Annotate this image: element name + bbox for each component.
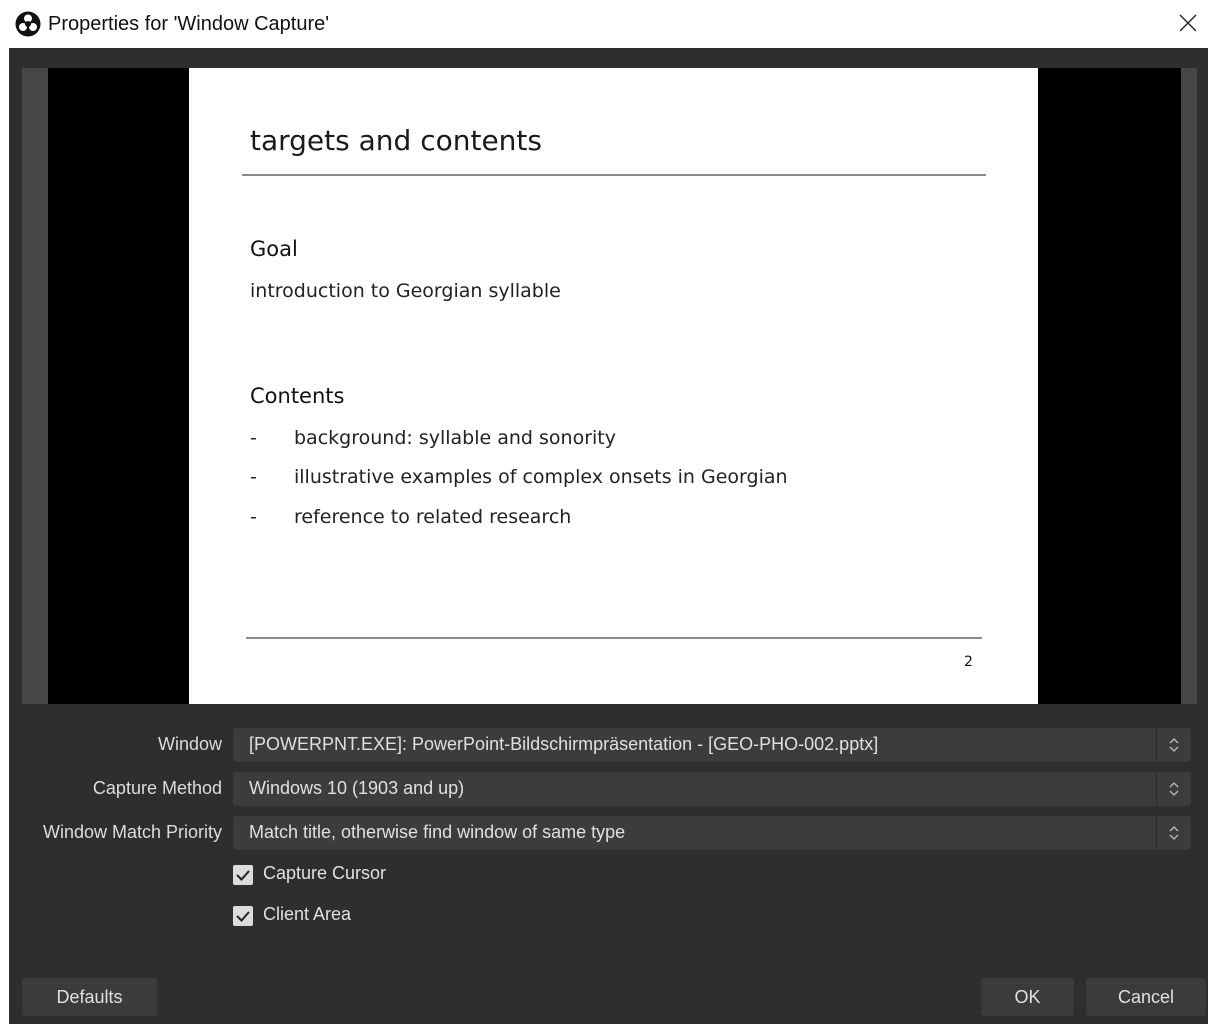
capture-method-select-arrow[interactable]: [1156, 772, 1191, 806]
updown-chevron-icon: [1169, 782, 1179, 796]
match-priority-select[interactable]: Match title, otherwise find window of sa…: [233, 816, 1191, 850]
preview-area: targets and contents Goal introduction t…: [22, 68, 1197, 704]
window-title: Properties for 'Window Capture': [48, 13, 330, 35]
close-icon: [1179, 14, 1197, 32]
window-select-arrow[interactable]: [1156, 728, 1191, 762]
slide-title-rule: [242, 174, 986, 176]
bullet-dash: -: [250, 506, 257, 528]
slide-title: targets and contents: [250, 124, 542, 157]
bullet-dash: -: [250, 466, 257, 488]
close-button[interactable]: [1168, 0, 1208, 46]
slide-goal-heading: Goal: [250, 237, 298, 261]
ok-button[interactable]: OK: [981, 978, 1074, 1016]
client-area-checkbox[interactable]: [233, 906, 253, 926]
slide-page-number: 2: [964, 654, 973, 670]
preview-canvas: targets and contents Goal introduction t…: [48, 68, 1181, 704]
slide-bullet: reference to related research: [294, 506, 572, 528]
updown-chevron-icon: [1169, 738, 1179, 752]
checkmark-icon: [236, 911, 250, 922]
slide-goal-text: introduction to Georgian syllable: [250, 280, 561, 302]
slide-contents-heading: Contents: [250, 384, 345, 408]
capture-method-label: Capture Method: [92, 778, 222, 798]
capture-cursor-checkbox[interactable]: [233, 865, 253, 885]
capture-cursor-label[interactable]: Capture Cursor: [263, 863, 386, 884]
slide-footer-rule: [246, 637, 982, 639]
checkmark-icon: [236, 870, 250, 881]
slide-bullet: illustrative examples of complex onsets …: [294, 466, 788, 488]
client-area-label[interactable]: Client Area: [263, 904, 351, 925]
properties-dialog: targets and contents Goal introduction t…: [9, 48, 1208, 1024]
defaults-button[interactable]: Defaults: [22, 978, 157, 1016]
title-bar: Properties for 'Window Capture': [0, 0, 1208, 48]
obs-icon: [15, 11, 41, 37]
bullet-dash: -: [250, 427, 257, 449]
capture-method-select-value: Windows 10 (1903 and up): [249, 778, 465, 798]
match-priority-select-arrow[interactable]: [1156, 816, 1191, 850]
match-priority-select-value: Match title, otherwise find window of sa…: [249, 822, 626, 842]
slide-bullet: background: syllable and sonority: [294, 427, 616, 449]
cancel-button[interactable]: Cancel: [1086, 978, 1206, 1016]
window-select[interactable]: [POWERPNT.EXE]: PowerPoint-Bildschirmprä…: [233, 728, 1191, 762]
capture-method-select[interactable]: Windows 10 (1903 and up): [233, 772, 1191, 806]
updown-chevron-icon: [1169, 826, 1179, 840]
window-label: Window: [157, 734, 222, 754]
window-select-value: [POWERPNT.EXE]: PowerPoint-Bildschirmprä…: [249, 734, 879, 754]
match-priority-label: Window Match Priority: [42, 822, 222, 842]
captured-slide: targets and contents Goal introduction t…: [189, 68, 1038, 704]
